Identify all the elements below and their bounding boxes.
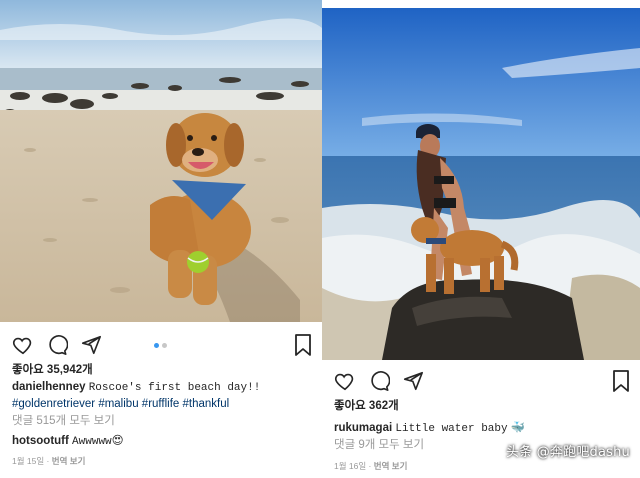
share-icon[interactable] xyxy=(80,334,102,356)
carousel-indicator xyxy=(154,343,167,348)
post-date: 1월 15일 xyxy=(12,455,45,466)
post-date: 1월 16일 xyxy=(334,460,367,471)
post-left: 좋아요 35,942개 danielhenney Roscoe's first … xyxy=(0,0,322,478)
hashtags: #goldenretriever #malibu #rufflife #than… xyxy=(12,396,260,413)
post-actions xyxy=(334,370,630,392)
comment-username[interactable]: hotsootuff xyxy=(12,435,69,447)
translate-link[interactable]: 번역 보기 xyxy=(52,456,86,466)
caption-text: Roscoe's first beach day!! xyxy=(88,381,261,394)
heart-eyes-emoji: 😍 xyxy=(111,433,124,447)
hashtag[interactable]: #goldenretriever xyxy=(12,398,95,410)
post-meta: 1월 15일 · 번역 보기 xyxy=(12,455,86,466)
view-all-comments-link[interactable]: 댓글 9개 모두 보기 xyxy=(334,437,525,454)
bookmark-icon[interactable] xyxy=(294,334,312,356)
bookmark-icon[interactable] xyxy=(612,370,630,392)
translate-link[interactable]: 번역 보기 xyxy=(374,461,408,471)
comment-text: Awwwww xyxy=(72,436,112,448)
whale-emoji: 🐳 xyxy=(510,419,526,434)
likes-count[interactable]: 좋아요 35,942개 xyxy=(12,362,260,379)
caption-line: rukumagai Little water baby 🐳 xyxy=(334,419,525,438)
carousel-dot-active xyxy=(154,343,159,348)
post-text: 좋아요 35,942개 danielhenney Roscoe's first … xyxy=(12,362,260,469)
heart-icon[interactable] xyxy=(12,334,34,356)
post-right: 좋아요 362개 rukumagai Little water baby 🐳 댓… xyxy=(322,0,640,478)
username[interactable]: rukumagai xyxy=(334,422,392,434)
carousel-dot xyxy=(162,343,167,348)
comment-icon[interactable] xyxy=(46,334,68,356)
post-photo-dog-on-beach[interactable] xyxy=(0,0,322,322)
watermark: 头条 @奔跑吧dashu xyxy=(505,445,630,460)
heart-icon[interactable] xyxy=(334,370,356,392)
caption-text: Little water baby xyxy=(395,422,508,435)
view-all-comments-link[interactable]: 댓글 515개 모두 보기 xyxy=(12,413,260,430)
hashtag[interactable]: #rufflife xyxy=(142,398,180,410)
share-icon[interactable] xyxy=(402,370,424,392)
hashtag[interactable]: #thankful xyxy=(183,398,230,410)
comment-icon[interactable] xyxy=(368,370,390,392)
comment-line: hotsootuff Awwwww😍 xyxy=(12,432,260,451)
post-photo-woman-and-dog-on-rock[interactable] xyxy=(322,8,640,360)
hashtag[interactable]: #malibu xyxy=(98,398,138,410)
likes-count[interactable]: 좋아요 362개 xyxy=(334,398,525,415)
caption-line: danielhenney Roscoe's first beach day!! xyxy=(12,379,260,397)
post-meta: 1월 16일 · 번역 보기 xyxy=(334,460,408,471)
username[interactable]: danielhenney xyxy=(12,381,86,393)
woman-dog-image xyxy=(322,8,640,360)
dog-beach-image xyxy=(0,0,322,322)
post-text: 좋아요 362개 rukumagai Little water baby 🐳 댓… xyxy=(334,398,525,474)
